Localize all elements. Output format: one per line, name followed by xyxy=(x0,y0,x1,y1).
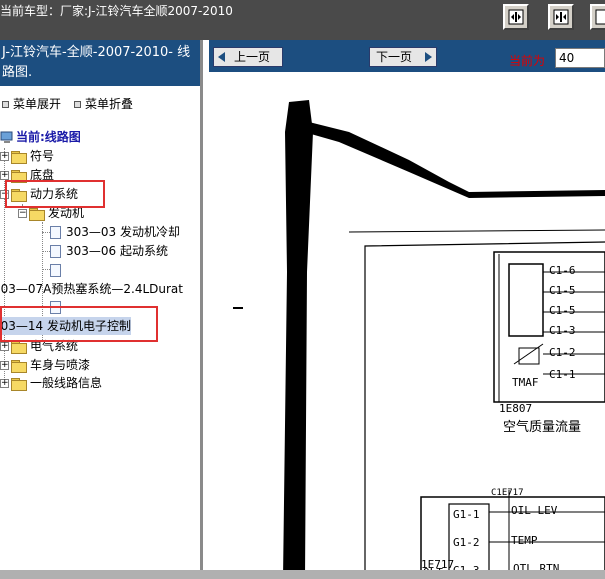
tree-item-general-wiring-info[interactable]: + 一般线路信息 xyxy=(0,374,102,392)
vehicle-title: 当前车型：厂家:J-江铃汽车全顺2007-2010 xyxy=(0,4,233,18)
collapse-minus-icon[interactable]: − xyxy=(18,209,27,218)
tree-item-body-paint[interactable]: + 车身与喷漆 xyxy=(0,356,90,374)
bottom-scrollbar[interactable]: 1E717 xyxy=(0,558,605,579)
expand-plus-icon[interactable]: + xyxy=(0,361,9,370)
computer-icon xyxy=(0,131,13,143)
fit-page-button[interactable] xyxy=(503,4,529,30)
collapse-square-icon xyxy=(74,101,81,108)
top-header: 当前车型：厂家:J-江铃汽车全顺2007-2010 xyxy=(0,0,605,40)
fit-page-icon xyxy=(508,9,524,25)
diagram-drawing xyxy=(233,100,605,579)
wiring-diagram-scan: C1-6 C1-5 C1-5 C1-3 C1-2 C1-1 TMAF 1E807… xyxy=(209,72,605,579)
left-arrow-icon xyxy=(218,52,225,62)
highlight-box xyxy=(5,180,105,208)
diagram-viewer: 上一页 下一页 当前为 40 C1-6 C1-5 C1-5 C1-3 C1-2 … xyxy=(209,40,605,579)
expand-square-icon xyxy=(2,101,9,108)
highlight-box xyxy=(0,306,158,342)
tree-connector xyxy=(42,269,50,270)
fit-width-button[interactable] xyxy=(548,4,574,30)
tree-item-engine-cooling[interactable]: 303—03 发动机冷却 xyxy=(50,223,180,241)
folder-icon xyxy=(11,377,27,391)
expand-plus-icon[interactable]: + xyxy=(0,379,9,388)
fit-height-icon xyxy=(595,9,605,25)
expand-plus-icon[interactable]: + xyxy=(0,152,9,161)
current-page-label: 当前为 xyxy=(509,54,546,68)
page-number-input[interactable]: 40 xyxy=(555,48,605,68)
left-panel: J-江铃汽车-全顺-2007-2010- 线路图. 菜单展开 菜单折叠 当前:线… xyxy=(0,40,203,579)
prev-page-button[interactable]: 上一页 xyxy=(213,47,283,67)
folder-icon xyxy=(11,359,27,373)
menu-expand-button[interactable]: 菜单展开 xyxy=(2,95,61,112)
open-folder-icon xyxy=(29,207,45,221)
tree-item-glow-plug-system[interactable]: 303—07A预热塞系统—2.4LDurat xyxy=(0,280,183,298)
tree-current[interactable]: 当前:线路图 xyxy=(0,128,81,146)
document-icon xyxy=(50,264,61,277)
expand-plus-icon[interactable]: + xyxy=(0,171,9,180)
panel-title: J-江铃汽车-全顺-2007-2010- 线路图. xyxy=(0,40,200,86)
document-icon xyxy=(50,245,61,258)
document-icon xyxy=(50,226,61,239)
fit-height-button[interactable] xyxy=(590,4,605,30)
menu-collapse-button[interactable]: 菜单折叠 xyxy=(74,95,133,112)
tree-item-symbols[interactable]: + 符号 xyxy=(0,147,54,165)
folder-icon xyxy=(11,150,27,164)
tree-connector xyxy=(42,232,50,233)
tree-item-blank-doc[interactable] xyxy=(50,261,66,279)
tree-item-starting-system[interactable]: 303—06 起动系统 xyxy=(50,242,168,260)
next-page-button[interactable]: 下一页 xyxy=(369,47,437,67)
fit-width-icon xyxy=(553,9,569,25)
right-arrow-icon xyxy=(425,52,432,62)
expand-plus-icon[interactable]: + xyxy=(0,342,9,351)
folder-icon xyxy=(11,340,27,354)
tree-connector xyxy=(42,251,50,252)
viewer-toolbar: 上一页 下一页 当前为 40 xyxy=(209,40,605,72)
